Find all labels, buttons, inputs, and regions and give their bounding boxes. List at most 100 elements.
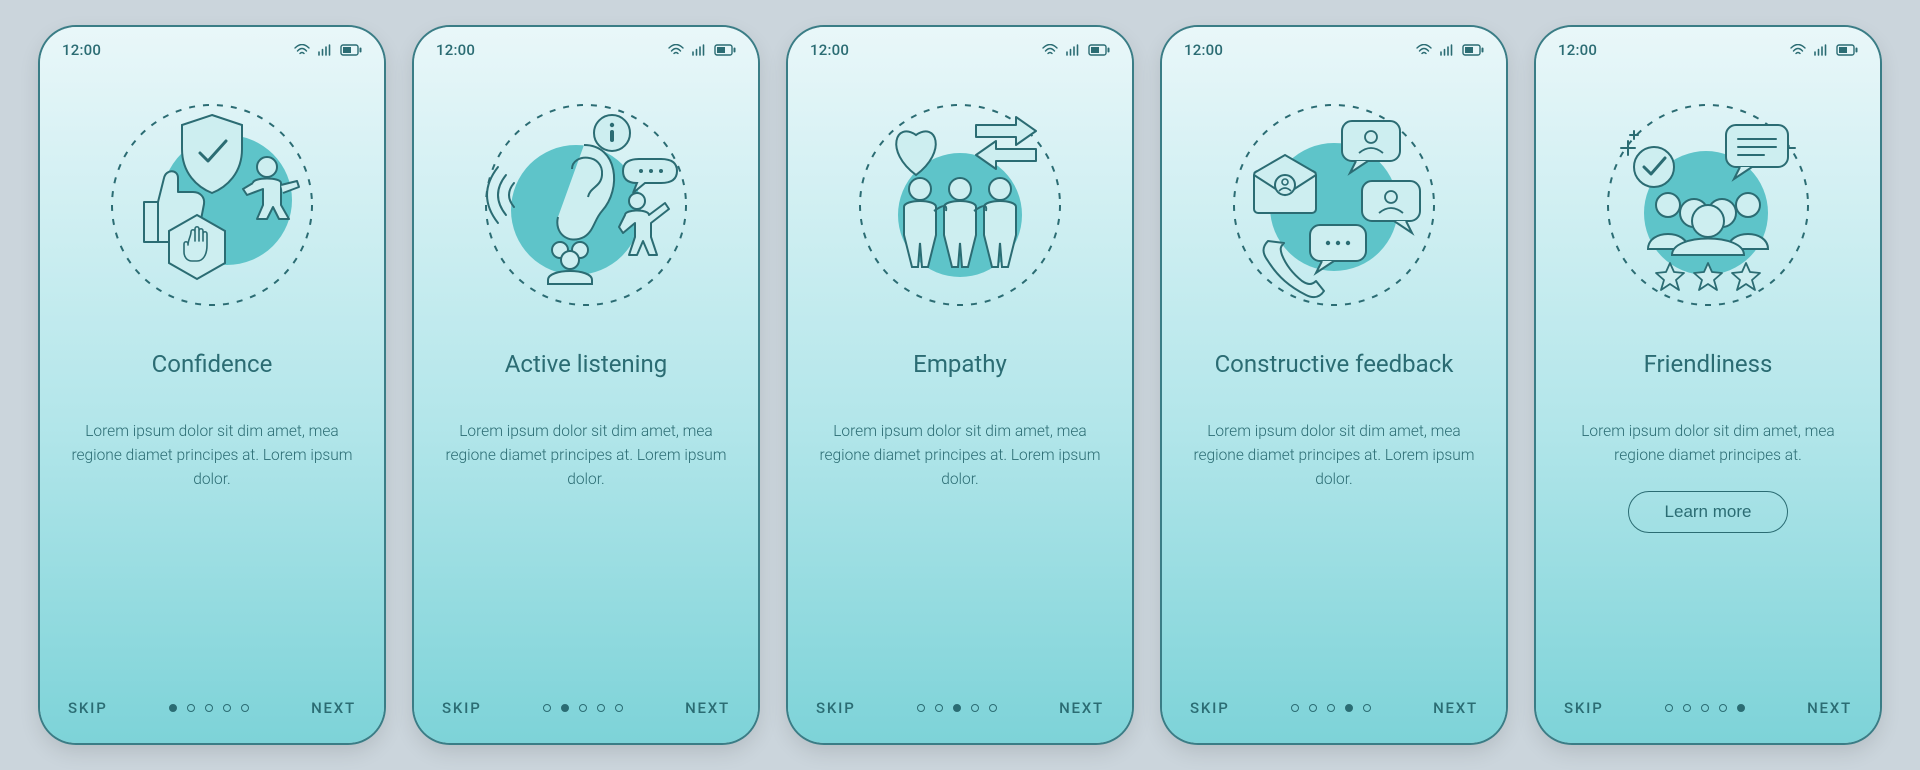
status-time: 12:00 xyxy=(1558,41,1597,59)
page-dot[interactable] xyxy=(953,704,961,712)
status-time: 12:00 xyxy=(436,41,475,59)
page-dot[interactable] xyxy=(1291,704,1299,712)
page-dot[interactable] xyxy=(187,704,195,712)
status-time: 12:00 xyxy=(810,41,849,59)
wifi-icon xyxy=(1042,44,1058,56)
page-dot[interactable] xyxy=(1737,704,1745,712)
status-bar: 12:00 xyxy=(1162,27,1506,67)
signal-icon xyxy=(1440,44,1454,56)
active-listening-icon xyxy=(466,85,706,325)
page-dots xyxy=(856,704,1059,712)
next-button[interactable]: NEXT xyxy=(1807,699,1852,717)
page-dot[interactable] xyxy=(1363,704,1371,712)
page-dot[interactable] xyxy=(1683,704,1691,712)
page-dots xyxy=(1230,704,1433,712)
signal-icon xyxy=(1814,44,1828,56)
status-indicators xyxy=(668,44,736,56)
page-dot[interactable] xyxy=(169,704,177,712)
learn-more-button[interactable]: Learn more xyxy=(1628,491,1789,533)
constructive-feedback-icon xyxy=(1214,85,1454,325)
confidence-icon xyxy=(92,85,332,325)
page-dot[interactable] xyxy=(561,704,569,712)
next-button[interactable]: NEXT xyxy=(1433,699,1478,717)
status-time: 12:00 xyxy=(1184,41,1223,59)
battery-icon xyxy=(1836,44,1858,56)
status-indicators xyxy=(1042,44,1110,56)
skip-button[interactable]: SKIP xyxy=(816,699,856,717)
nav-bar: SKIP NEXT xyxy=(414,699,758,743)
battery-icon xyxy=(1462,44,1484,56)
page-dot[interactable] xyxy=(223,704,231,712)
page-dots xyxy=(482,704,685,712)
page-dot[interactable] xyxy=(205,704,213,712)
next-button[interactable]: NEXT xyxy=(311,699,356,717)
screen-body: Lorem ipsum dolor sit dim amet, mea regi… xyxy=(444,419,728,491)
screen-body: Lorem ipsum dolor sit dim amet, mea regi… xyxy=(818,419,1102,491)
signal-icon xyxy=(318,44,332,56)
status-indicators xyxy=(294,44,362,56)
onboarding-screen-friendliness: 12:00 xyxy=(1536,27,1880,743)
skip-button[interactable]: SKIP xyxy=(1564,699,1604,717)
skip-button[interactable]: SKIP xyxy=(1190,699,1230,717)
page-dots xyxy=(108,704,311,712)
wifi-icon xyxy=(1416,44,1432,56)
nav-bar: SKIP NEXT xyxy=(1536,699,1880,743)
battery-icon xyxy=(340,44,362,56)
status-bar: 12:00 xyxy=(40,27,384,67)
skip-button[interactable]: SKIP xyxy=(442,699,482,717)
screen-body: Lorem ipsum dolor sit dim amet, mea regi… xyxy=(1566,419,1850,467)
page-dot[interactable] xyxy=(1719,704,1727,712)
page-dot[interactable] xyxy=(543,704,551,712)
page-dots xyxy=(1604,704,1807,712)
status-bar: 12:00 xyxy=(1536,27,1880,67)
page-dot[interactable] xyxy=(579,704,587,712)
skip-button[interactable]: SKIP xyxy=(68,699,108,717)
page-dot[interactable] xyxy=(935,704,943,712)
next-button[interactable]: NEXT xyxy=(1059,699,1104,717)
page-dot[interactable] xyxy=(597,704,605,712)
page-dot[interactable] xyxy=(1665,704,1673,712)
battery-icon xyxy=(714,44,736,56)
content-area: Constructive feedback Lorem ipsum dolor … xyxy=(1162,325,1506,699)
friendliness-icon xyxy=(1588,85,1828,325)
next-button[interactable]: NEXT xyxy=(685,699,730,717)
page-dot[interactable] xyxy=(917,704,925,712)
empathy-icon xyxy=(840,85,1080,325)
onboarding-screen-active-listening: 12:00 xyxy=(414,27,758,743)
page-dot[interactable] xyxy=(1327,704,1335,712)
page-dot[interactable] xyxy=(1345,704,1353,712)
battery-icon xyxy=(1088,44,1110,56)
onboarding-screen-empathy: 12:00 xyxy=(788,27,1132,743)
content-area: Active listening Lorem ipsum dolor sit d… xyxy=(414,325,758,699)
nav-bar: SKIP NEXT xyxy=(40,699,384,743)
status-bar: 12:00 xyxy=(788,27,1132,67)
screen-title: Constructive feedback xyxy=(1215,333,1454,395)
status-bar: 12:00 xyxy=(414,27,758,67)
status-time: 12:00 xyxy=(62,41,101,59)
wifi-icon xyxy=(1790,44,1806,56)
page-dot[interactable] xyxy=(615,704,623,712)
status-indicators xyxy=(1416,44,1484,56)
onboarding-screen-constructive-feedback: 12:00 xyxy=(1162,27,1506,743)
page-dot[interactable] xyxy=(989,704,997,712)
illustration-area xyxy=(1536,67,1880,325)
page-dot[interactable] xyxy=(1309,704,1317,712)
screen-body: Lorem ipsum dolor sit dim amet, mea regi… xyxy=(1192,419,1476,491)
content-area: Empathy Lorem ipsum dolor sit dim amet, … xyxy=(788,325,1132,699)
nav-bar: SKIP NEXT xyxy=(1162,699,1506,743)
page-dot[interactable] xyxy=(241,704,249,712)
screen-title: Confidence xyxy=(152,333,273,395)
screen-title: Active listening xyxy=(505,333,668,395)
page-dot[interactable] xyxy=(971,704,979,712)
wifi-icon xyxy=(668,44,684,56)
nav-bar: SKIP NEXT xyxy=(788,699,1132,743)
onboarding-screen-confidence: 12:00 xyxy=(40,27,384,743)
wifi-icon xyxy=(294,44,310,56)
screen-title: Friendliness xyxy=(1644,333,1773,395)
status-indicators xyxy=(1790,44,1858,56)
page-dot[interactable] xyxy=(1701,704,1709,712)
screen-title: Empathy xyxy=(913,333,1007,395)
signal-icon xyxy=(1066,44,1080,56)
content-area: Confidence Lorem ipsum dolor sit dim ame… xyxy=(40,325,384,699)
illustration-area xyxy=(1162,67,1506,325)
